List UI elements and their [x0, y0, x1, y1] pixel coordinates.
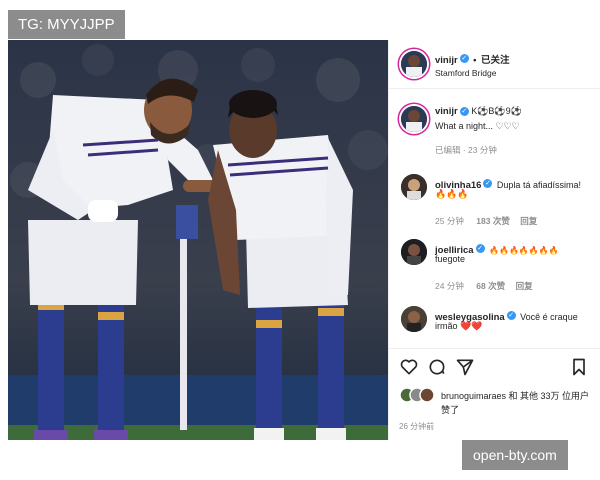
comment-time: 25 分钟: [435, 216, 464, 226]
post-time: 26 分钟前: [399, 422, 435, 431]
avatar[interactable]: [401, 106, 427, 132]
comment-text-2: irmão ❤️❤️: [435, 321, 483, 331]
likes-summary-2: 赞了: [441, 405, 460, 415]
watermark-top: TG: MYYJJPP: [8, 10, 125, 39]
post-header: vinijr ✓ • 已关注 Stamford Bridge: [389, 40, 600, 89]
bookmark-icon[interactable]: [569, 357, 589, 382]
follow-status-button[interactable]: 已关注: [481, 55, 510, 66]
watermark-bottom: open-bty.com: [462, 440, 568, 470]
caption-text: What a night... ♡♡♡: [435, 121, 520, 131]
reply-button[interactable]: 回复: [516, 281, 533, 291]
comment-likes[interactable]: 183 次赞: [476, 216, 510, 226]
caption-username[interactable]: vinijr: [435, 106, 458, 117]
verified-icon: ✓: [483, 179, 493, 189]
caption-emoji-line: K⚽B⚽9⚽: [471, 106, 522, 116]
list-item: olivinha16 ✓ Dupla tá afiadíssima! 🔥🔥🔥 25…: [389, 170, 600, 226]
heart-icon[interactable]: [399, 357, 419, 382]
dot-separator: •: [473, 55, 477, 66]
post-actions: brunoguimaraes 和 其他 33万 位用户 赞了 26 分钟前: [389, 348, 600, 441]
comment-time: 24 分钟: [435, 281, 464, 291]
verified-icon: ✓: [459, 107, 469, 117]
list-item: joellirica ✓ 🔥🔥🔥🔥🔥🔥🔥 fuegote 24 分钟 68 次赞 …: [389, 235, 600, 291]
comment-text-2: fuegote: [435, 254, 466, 264]
comment-text: Dupla tá afiadíssima!: [496, 180, 581, 190]
comment-text: 🔥🔥🔥🔥🔥🔥🔥: [489, 246, 559, 255]
comment-text: Você é craque: [520, 312, 578, 322]
list-item: wesleygasolina ✓ Você é craque irmão ❤️❤️: [389, 302, 600, 342]
comment-likes[interactable]: 68 次赞: [476, 281, 505, 291]
likes-summary[interactable]: brunoguimaraes 和 其他 33万 位用户: [441, 389, 589, 402]
comment-icon[interactable]: [427, 357, 447, 382]
post-location[interactable]: Stamford Bridge: [435, 68, 496, 78]
caption-meta: 已编辑 · 23 分钟: [435, 145, 497, 155]
post-side-panel: vinijr ✓ • 已关注 Stamford Bridge vinijr ✓ K⚽…: [388, 40, 600, 440]
post-username[interactable]: vinijr: [435, 55, 458, 66]
avatar[interactable]: [401, 239, 427, 265]
avatar[interactable]: [401, 306, 427, 332]
avatar[interactable]: [401, 174, 427, 200]
reply-button[interactable]: 回复: [520, 216, 537, 226]
comment-emojis: 🔥🔥🔥: [435, 189, 469, 199]
post-photo[interactable]: [8, 40, 388, 440]
share-icon[interactable]: [455, 357, 475, 382]
liker-avatars[interactable]: [399, 387, 439, 403]
avatar[interactable]: [401, 51, 427, 77]
verified-icon: ✓: [475, 244, 485, 254]
verified-icon: ✓: [459, 54, 469, 64]
caption: vinijr ✓ K⚽B⚽9⚽ What a night... ♡♡♡ 已编辑 ·…: [389, 102, 600, 162]
verified-icon: ✓: [506, 311, 516, 321]
